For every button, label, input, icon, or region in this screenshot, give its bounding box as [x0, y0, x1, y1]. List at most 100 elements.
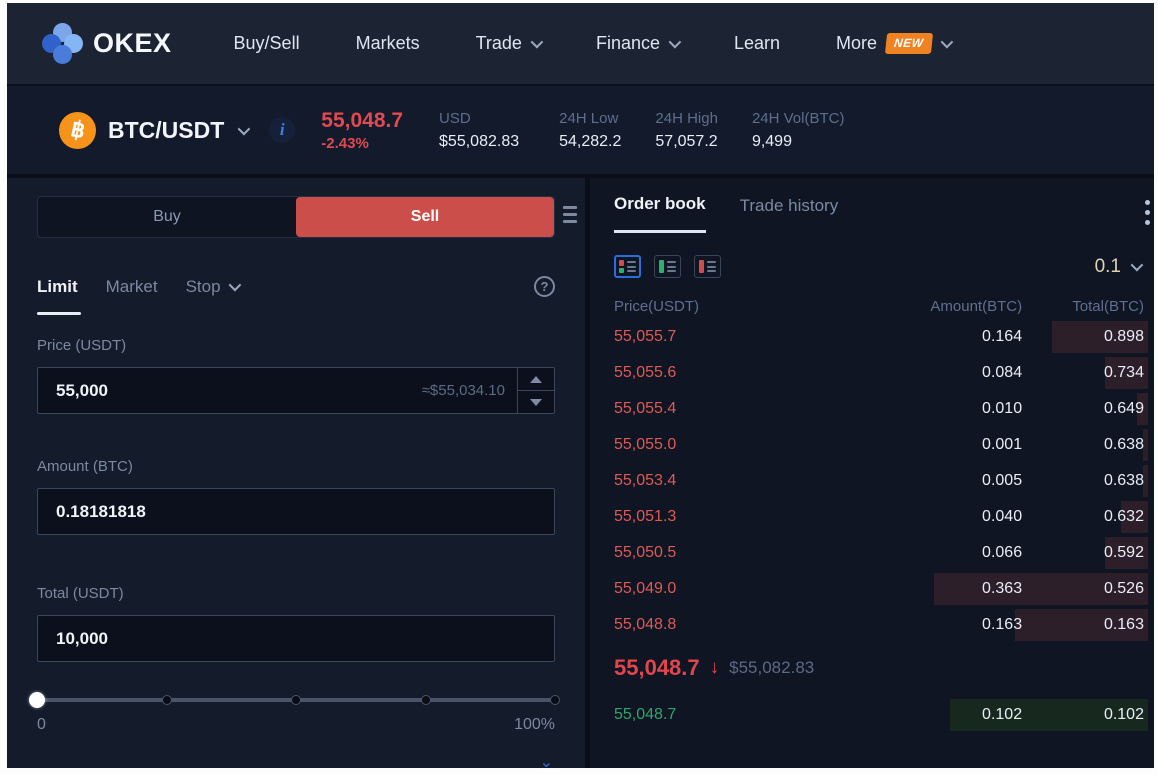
precision-value: 0.1 — [1095, 256, 1121, 278]
ask-amount: 0.066 — [826, 544, 1022, 562]
amount-slider[interactable] — [37, 692, 555, 708]
top-nav: OKEX Buy/Sell Markets Trade Finance Lear… — [7, 3, 1154, 86]
view-both-sides-button[interactable] — [614, 255, 641, 278]
change-24h: -2.43% — [321, 135, 403, 152]
bid-row[interactable]: 55,048.7 0.102 0.102 — [614, 697, 1148, 733]
total-input[interactable]: 10,000 — [37, 615, 555, 662]
sell-tab[interactable]: Sell — [296, 197, 554, 237]
brand-name: OKEX — [93, 28, 172, 59]
ask-price: 55,055.6 — [614, 364, 826, 382]
drag-handle-icon[interactable] — [563, 206, 577, 223]
buy-tab[interactable]: Buy — [38, 197, 296, 237]
price-down-arrow-icon: ↓ — [710, 657, 720, 679]
amount-input[interactable]: 0.18181818 — [37, 488, 555, 535]
price-stepper — [517, 368, 554, 413]
slider-stop-50[interactable] — [291, 695, 301, 705]
ask-total: 0.632 — [1022, 508, 1144, 526]
order-book-header: Price(USDT) Amount(BTC) Total(BTC) — [614, 298, 1148, 315]
ask-amount: 0.040 — [826, 508, 1022, 526]
ask-price: 55,055.7 — [614, 328, 826, 346]
order-book-toolbar: 0.1 — [614, 255, 1148, 278]
slider-stop-25[interactable] — [162, 695, 172, 705]
ask-row[interactable]: 55,053.4 0.005 0.638 — [614, 463, 1148, 499]
view-asks-only-button[interactable] — [694, 255, 721, 278]
nav-item-learn[interactable]: Learn — [734, 33, 780, 54]
nav-item-trade[interactable]: Trade — [476, 33, 540, 54]
ask-total: 0.734 — [1022, 364, 1144, 382]
pair-selector-chevron-icon[interactable] — [238, 122, 251, 135]
tab-trade-history[interactable]: Trade history — [740, 196, 839, 232]
chevron-down-icon: ⌄ — [540, 752, 553, 768]
chevron-down-icon — [228, 279, 241, 292]
ask-row[interactable]: 55,048.8 0.163 0.163 — [614, 607, 1148, 643]
slider-labels: 0 100% — [37, 716, 555, 734]
last-price-block: 55,048.7 -2.43% — [321, 108, 403, 151]
ask-row[interactable]: 55,055.6 0.084 0.734 — [614, 355, 1148, 391]
more-options-icon[interactable] — [1145, 200, 1150, 225]
btc-coin-icon: ฿ — [59, 112, 96, 149]
ask-price: 55,051.3 — [614, 508, 826, 526]
ask-amount: 0.363 — [826, 580, 1022, 598]
ask-amount: 0.163 — [826, 616, 1022, 634]
ask-price: 55,049.0 — [614, 580, 826, 598]
chevron-down-icon — [669, 36, 682, 49]
tab-limit[interactable]: Limit — [37, 277, 78, 297]
ask-total: 0.649 — [1022, 400, 1144, 418]
precision-dropdown[interactable]: 0.1 — [1095, 256, 1148, 278]
info-icon[interactable]: i — [269, 117, 295, 143]
bid-price: 55,048.7 — [614, 706, 826, 724]
ask-total: 0.898 — [1022, 328, 1144, 346]
step-up-button[interactable] — [518, 368, 554, 391]
nav-menu: Buy/Sell Markets Trade Finance Learn Mor… — [234, 33, 950, 54]
okex-logo[interactable]: OKEX — [41, 22, 172, 66]
nav-item-buy-sell[interactable]: Buy/Sell — [234, 33, 300, 54]
slider-stop-75[interactable] — [421, 695, 431, 705]
nav-item-markets[interactable]: Markets — [356, 33, 420, 54]
slider-stop-100[interactable] — [550, 695, 560, 705]
ask-total: 0.638 — [1022, 472, 1144, 490]
ask-row[interactable]: 55,050.5 0.066 0.592 — [614, 535, 1148, 571]
arrow-up-icon — [530, 376, 542, 383]
book-view-switch — [614, 255, 721, 278]
total-value: 10,000 — [38, 629, 108, 649]
ask-amount: 0.005 — [826, 472, 1022, 490]
price-input[interactable]: 55,000 ≈$55,034.10 — [37, 367, 555, 414]
slider-handle[interactable] — [29, 692, 45, 708]
ask-amount: 0.164 — [826, 328, 1022, 346]
stat-usd: USD $55,082.83 — [439, 110, 519, 151]
bids-list: 55,048.7 0.102 0.102 — [614, 697, 1148, 733]
ask-row[interactable]: 55,051.3 0.040 0.632 — [614, 499, 1148, 535]
tab-stop[interactable]: Stop — [186, 277, 238, 297]
step-down-button[interactable] — [518, 391, 554, 413]
last-trade-row[interactable]: 55,048.7 ↓ $55,082.83 — [614, 643, 1148, 693]
chevron-down-icon — [531, 36, 544, 49]
tab-market[interactable]: Market — [106, 277, 158, 297]
amount-label: Amount (BTC) — [37, 458, 555, 475]
bid-total: 0.102 — [1022, 706, 1144, 724]
ask-row[interactable]: 55,055.4 0.010 0.649 — [614, 391, 1148, 427]
col-total: Total(BTC) — [1022, 298, 1144, 315]
stat-24h-high: 24H High 57,057.2 — [655, 110, 718, 151]
slider-min-label: 0 — [37, 716, 46, 734]
ask-row[interactable]: 55,055.0 0.001 0.638 — [614, 427, 1148, 463]
stat-24h-low: 24H Low 54,282.2 — [559, 110, 621, 151]
ask-total: 0.163 — [1022, 616, 1144, 634]
order-book-tabs: Order book Trade history — [614, 178, 1148, 233]
help-icon[interactable]: ? — [534, 276, 555, 297]
split-red-green-icon — [619, 260, 624, 273]
price-label: Price (USDT) — [37, 337, 555, 354]
ask-total: 0.526 — [1022, 580, 1144, 598]
nav-item-more[interactable]: More NEW — [836, 33, 950, 54]
active-tab-underline — [37, 312, 81, 315]
nav-item-finance[interactable]: Finance — [596, 33, 678, 54]
order-form-panel: Buy Sell Limit Market Stop ? Price (USDT… — [7, 178, 585, 768]
green-bar-icon — [659, 260, 664, 273]
stat-24h-vol: 24H Vol(BTC) 9,499 — [752, 110, 845, 151]
tab-order-book[interactable]: Order book — [614, 194, 706, 233]
ask-price: 55,048.8 — [614, 616, 826, 634]
ask-price: 55,050.5 — [614, 544, 826, 562]
ask-row[interactable]: 55,049.0 0.363 0.526 — [614, 571, 1148, 607]
view-bids-only-button[interactable] — [654, 255, 681, 278]
ask-row[interactable]: 55,055.7 0.164 0.898 — [614, 319, 1148, 355]
ask-amount: 0.001 — [826, 436, 1022, 454]
